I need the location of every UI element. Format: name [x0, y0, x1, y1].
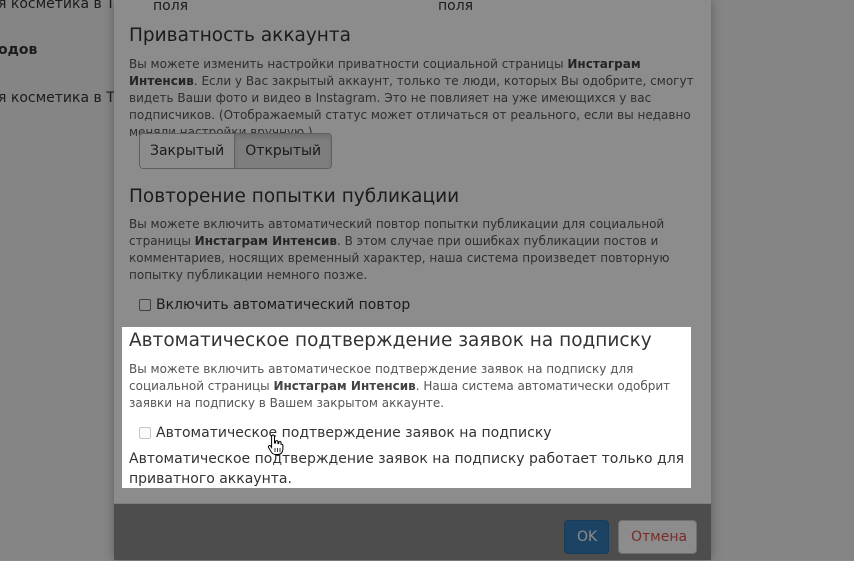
auto-approve-section: Автоматическое подтверждение заявок на п… [122, 327, 691, 488]
privacy-title: Приватность аккаунта [129, 25, 352, 46]
auto-approve-description: Вы можете включить автоматическое подтве… [129, 362, 671, 410]
retry-description: Вы можете включить автоматический повтор… [129, 217, 670, 282]
cancel-button[interactable]: Отмена [618, 520, 697, 554]
retry-title: Повторение попытки публикации [129, 186, 460, 207]
settings-modal: поля поля Приватность аккаунта Вы можете… [114, 0, 711, 560]
privacy-toggle-group: Закрытый Открытый [139, 133, 333, 169]
modal-footer: OK Отмена [114, 503, 711, 561]
retry-checkbox-row[interactable]: Включить автоматический повтор [139, 297, 410, 313]
hand-cursor-icon [267, 434, 284, 455]
ok-button[interactable]: OK [564, 520, 609, 554]
retry-checkbox-label: Включить автоматический повтор [156, 297, 411, 313]
auto-approve-title: Автоматическое подтверждение заявок на п… [129, 330, 652, 351]
auto-approve-note: Автоматическое подтверждение заявок на п… [129, 451, 685, 487]
privacy-open-button[interactable]: Открытый [234, 134, 332, 168]
privacy-description: Вы можете изменить настройки приватности… [129, 57, 694, 139]
privacy-closed-button[interactable]: Закрытый [140, 134, 235, 168]
field-label: поля [153, 0, 189, 14]
field-label: поля [438, 0, 474, 14]
auto-approve-checkbox-label: Автоматическое подтверждение заявок на п… [156, 425, 552, 441]
auto-approve-checkbox-row[interactable]: Автоматическое подтверждение заявок на п… [139, 425, 552, 441]
retry-checkbox[interactable] [139, 299, 151, 311]
auto-approve-checkbox[interactable] [139, 427, 151, 439]
